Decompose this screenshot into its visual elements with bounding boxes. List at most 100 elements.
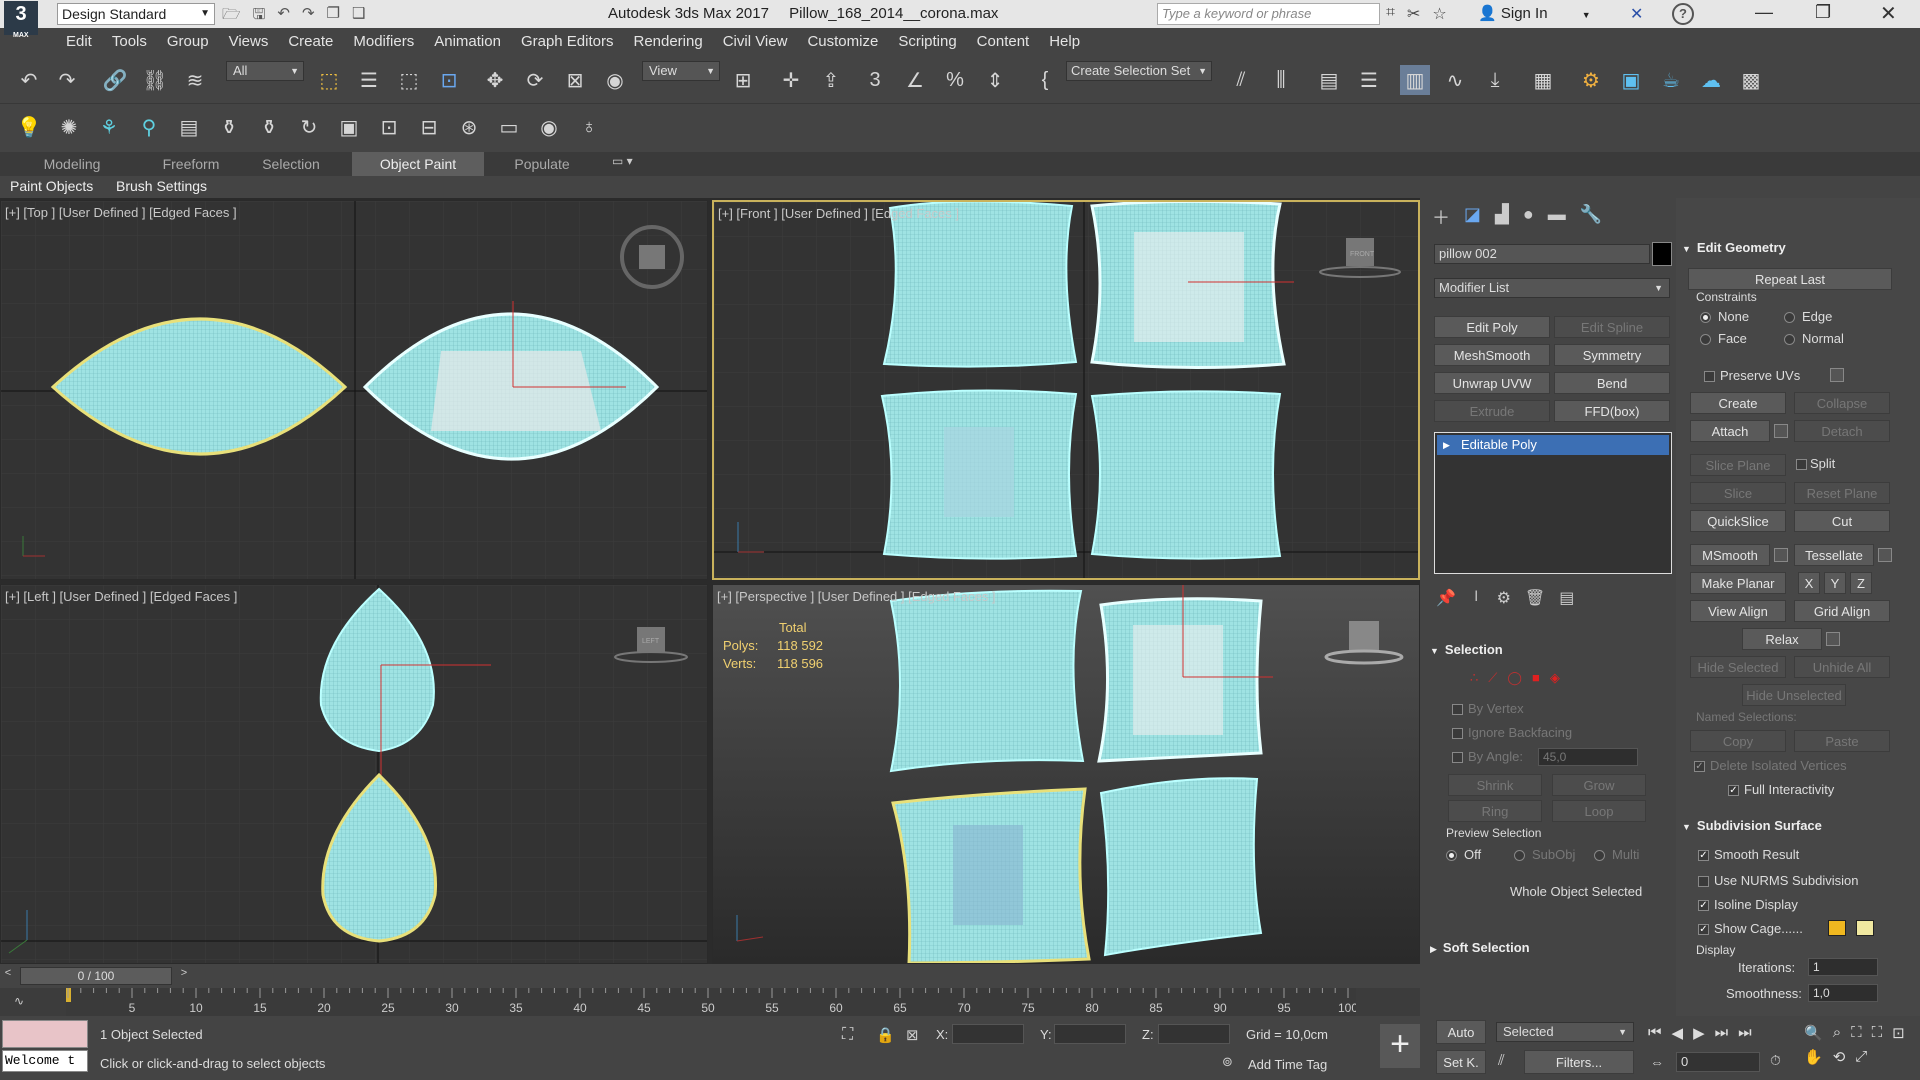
- viewport-perspective[interactable]: [+] [Perspective ] [User Defined ] [Edge…: [712, 584, 1420, 964]
- close-button[interactable]: ✕: [1880, 1, 1897, 26]
- constraint-normal-radio[interactable]: [1784, 334, 1795, 345]
- hierarchy-tab-icon[interactable]: ▟: [1495, 204, 1509, 228]
- y-coord-field[interactable]: [1054, 1024, 1126, 1044]
- relax-button[interactable]: Relax: [1742, 628, 1822, 650]
- set-project-icon[interactable]: ❑: [352, 4, 365, 24]
- z-coord-field[interactable]: [1158, 1024, 1230, 1044]
- cage-color-swatch-2[interactable]: [1856, 920, 1874, 936]
- viewport-top[interactable]: [+] [Top ] [User Defined ] [Edged Faces …: [0, 200, 708, 580]
- rendered-frame-window-icon[interactable]: ▣: [1616, 65, 1646, 95]
- curve-editor-toggle-icon[interactable]: ∿: [14, 994, 24, 1008]
- edit-spline-button[interactable]: Edit Spline: [1554, 316, 1670, 338]
- menu-views[interactable]: Views: [219, 28, 279, 56]
- unwrap-uvw-button[interactable]: Unwrap UVW: [1434, 372, 1550, 394]
- bulb-outline-icon[interactable]: ♁: [574, 112, 604, 142]
- place-icon[interactable]: ◉: [600, 65, 630, 95]
- ignore-backfacing-checkbox[interactable]: [1452, 728, 1463, 739]
- workspace-dropdown[interactable]: Design Standard ▼: [57, 3, 215, 25]
- select-object-icon[interactable]: ⬚: [314, 65, 344, 95]
- soft-selection-rollout-header[interactable]: ▶ Soft Selection: [1430, 940, 1530, 955]
- set-key-button[interactable]: Set K.: [1436, 1050, 1486, 1074]
- open-file-icon[interactable]: 🗁: [222, 4, 241, 24]
- meshsmooth-button[interactable]: MeshSmooth: [1434, 344, 1550, 366]
- sign-in-button[interactable]: 👤 Sign In ▼: [1478, 4, 1591, 22]
- cut-button[interactable]: Cut: [1794, 510, 1890, 532]
- hide-selected-button[interactable]: Hide Selected: [1690, 656, 1786, 678]
- next-frame-icon[interactable]: ⏭: [1715, 1024, 1729, 1042]
- camera-icon[interactable]: ⊟: [414, 112, 444, 142]
- key-mode-icon[interactable]: ⫽: [1498, 1052, 1505, 1069]
- exchange-x-icon[interactable]: ✕: [1630, 4, 1643, 24]
- grow-button[interactable]: Grow: [1552, 774, 1646, 796]
- vertex-mode-icon[interactable]: ∴: [1470, 670, 1478, 686]
- subscription-icon[interactable]: ✂: [1407, 4, 1420, 24]
- isoline-display-checkbox[interactable]: ✓: [1698, 900, 1709, 911]
- converter-icon[interactable]: ⊛: [454, 112, 484, 142]
- minimize-button[interactable]: —: [1755, 2, 1773, 23]
- polygon-mode-icon[interactable]: ■: [1532, 670, 1540, 686]
- viewcube-front-label[interactable]: FRONT: [1350, 251, 1375, 258]
- ffd-box-button[interactable]: FFD(box): [1554, 400, 1670, 422]
- viewport-front[interactable]: [+] [Front ] [User Defined ] [Edged Face…: [712, 200, 1420, 580]
- attach-settings-icon[interactable]: [1774, 424, 1788, 438]
- split-checkbox[interactable]: [1796, 459, 1807, 470]
- show-end-result-icon[interactable]: ⏽: [1470, 588, 1483, 608]
- menu-content[interactable]: Content: [967, 28, 1040, 56]
- create-tab-icon[interactable]: ＋: [1432, 204, 1450, 228]
- schematic-view-icon[interactable]: ⤓: [1480, 65, 1510, 95]
- planar-y-button[interactable]: Y: [1824, 572, 1846, 594]
- maxscript-input[interactable]: Welcome t: [2, 1050, 88, 1072]
- previous-frame-icon[interactable]: ◀: [1672, 1024, 1684, 1042]
- menu-edit[interactable]: Edit: [56, 28, 102, 56]
- constraint-edge-radio[interactable]: [1784, 312, 1795, 323]
- sun-icon[interactable]: ✺: [54, 112, 84, 142]
- brush-settings-tab[interactable]: Brush Settings: [116, 178, 207, 194]
- full-interactivity-checkbox[interactable]: ✓: [1728, 785, 1739, 796]
- smooth-result-checkbox[interactable]: ✓: [1698, 850, 1709, 861]
- by-angle-spinner[interactable]: 45,0: [1538, 748, 1638, 766]
- preview-subobj-radio[interactable]: [1514, 850, 1525, 861]
- tessellate-button[interactable]: Tessellate: [1794, 544, 1874, 566]
- slice-plane-button[interactable]: Slice Plane: [1690, 454, 1786, 476]
- zoom-extents-icon[interactable]: ⛶: [1851, 1024, 1862, 1042]
- search-input[interactable]: Type a keyword or phrase: [1157, 3, 1380, 25]
- field-of-view-icon[interactable]: ⊡: [1892, 1024, 1905, 1042]
- ribbon-toggle-icon[interactable]: ▥: [1400, 65, 1430, 95]
- planar-z-button[interactable]: Z: [1850, 572, 1872, 594]
- light-bulb-icon[interactable]: 💡: [14, 112, 44, 142]
- paint-objects-tab[interactable]: Paint Objects: [10, 178, 93, 194]
- menu-civil-view[interactable]: Civil View: [713, 28, 798, 56]
- zoom-all-icon[interactable]: ⌕: [1833, 1024, 1841, 1042]
- show-cage-checkbox[interactable]: ✓: [1698, 924, 1709, 935]
- brush-icon[interactable]: ⚱: [214, 112, 244, 142]
- key-filter-dropdown[interactable]: Selected ▼: [1496, 1022, 1634, 1042]
- expand-arrow-icon[interactable]: ▶: [1443, 435, 1450, 455]
- menu-create[interactable]: Create: [278, 28, 343, 56]
- element-mode-icon[interactable]: ◈: [1550, 670, 1560, 686]
- x-coord-field[interactable]: [952, 1024, 1024, 1044]
- display-tab-icon[interactable]: ▬: [1548, 204, 1566, 228]
- zoom-extents-all-icon[interactable]: ⛶: [1872, 1024, 1883, 1042]
- modifier-list-dropdown[interactable]: Modifier List ▼: [1434, 278, 1670, 298]
- edit-geometry-rollout-header[interactable]: ▼ Edit Geometry: [1682, 240, 1786, 255]
- pillow-persp-4[interactable]: [1099, 777, 1263, 957]
- window-crossing-icon[interactable]: ⊡: [434, 65, 464, 95]
- render-iterative-icon[interactable]: ☁: [1696, 65, 1726, 95]
- undo-icon[interactable]: ↶: [277, 4, 290, 24]
- ribbon-options-icon[interactable]: ▭ ▾: [612, 154, 633, 168]
- detach-button[interactable]: Detach: [1794, 420, 1890, 442]
- tab-modeling[interactable]: Modeling: [10, 152, 134, 176]
- material-editor-icon[interactable]: ▦: [1528, 65, 1558, 95]
- menu-help[interactable]: Help: [1039, 28, 1090, 56]
- constraint-none-radio[interactable]: [1700, 312, 1711, 323]
- quickslice-button[interactable]: QuickSlice: [1690, 510, 1786, 532]
- bottle-icon[interactable]: ⚱: [254, 112, 284, 142]
- rectangle-selection-icon[interactable]: ⬚: [394, 65, 424, 95]
- proxy-icon[interactable]: ▭: [494, 112, 524, 142]
- shrink-button[interactable]: Shrink: [1448, 774, 1542, 796]
- menu-group[interactable]: Group: [157, 28, 219, 56]
- msmooth-settings-icon[interactable]: [1774, 548, 1788, 562]
- edge-mode-icon[interactable]: ⟋: [1488, 670, 1497, 686]
- slice-button[interactable]: Slice: [1690, 482, 1786, 504]
- iterations-spinner[interactable]: 1: [1808, 958, 1878, 976]
